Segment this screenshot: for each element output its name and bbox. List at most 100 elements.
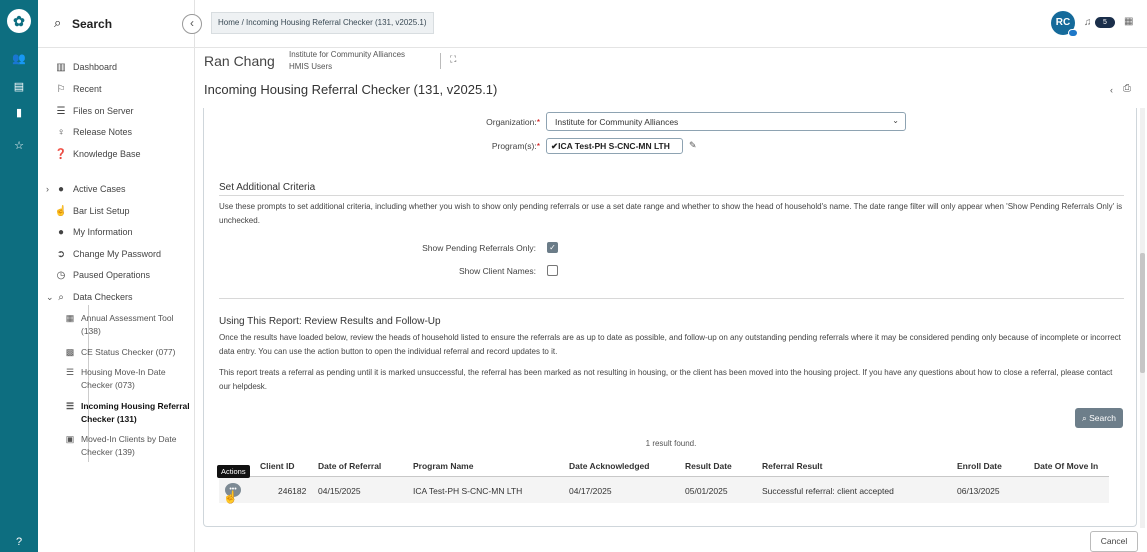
- scrollbar[interactable]: [1140, 108, 1145, 528]
- report-para2: This report treats a referral as pending…: [219, 368, 1113, 391]
- cell-result-date: 05/01/2025: [685, 486, 728, 496]
- document-icon[interactable]: ▮: [0, 106, 38, 119]
- sidebar-subitem-ce-status[interactable]: ▩ CE Status Checker (077): [64, 346, 176, 359]
- chevron-down-icon[interactable]: ⌄: [46, 292, 54, 303]
- chevron-down-icon: ⌄: [892, 116, 899, 125]
- divider: [219, 298, 1124, 299]
- col-client-id[interactable]: Client ID: [260, 461, 294, 471]
- help-icon[interactable]: ?: [0, 536, 38, 548]
- arrow-circle-icon: ➲: [56, 249, 66, 260]
- organization-value: Institute for Community Alliances: [555, 117, 679, 127]
- chevron-right-icon[interactable]: ›: [46, 184, 49, 194]
- sidebar-subitem-label: CE Status Checker (077): [81, 347, 176, 357]
- app-logo[interactable]: ✿: [7, 9, 31, 33]
- avatar[interactable]: RC: [1051, 11, 1078, 37]
- sidebar-item-dashboard[interactable]: ▥ Dashboard: [54, 62, 117, 73]
- sidebar-item-recent[interactable]: ⚐ Recent: [54, 84, 102, 95]
- sidebar-subitem-move-in-date[interactable]: ☰ Housing Move-In Date Checker (073): [64, 366, 166, 392]
- bell-icon[interactable]: ♫: [1084, 17, 1092, 28]
- col-date-of-move-in[interactable]: Date Of Move In: [1034, 461, 1098, 471]
- list-icon: ☰: [56, 106, 66, 117]
- notification-badge[interactable]: 5: [1095, 17, 1115, 28]
- print-icon[interactable]: ⎙: [1123, 83, 1131, 94]
- sidebar-item-knowledge-base[interactable]: ❓ Knowledge Base: [54, 149, 141, 160]
- sidebar-subitem-annual-assessment[interactable]: ▦ Annual Assessment Tool (138): [64, 312, 174, 338]
- star-icon[interactable]: ☆: [0, 139, 38, 152]
- sidebar-item-label: Active Cases: [73, 184, 126, 194]
- names-checkbox[interactable]: [547, 265, 558, 276]
- search-button[interactable]: ⌕ Search: [1075, 408, 1123, 428]
- sidebar-subitem-incoming-referral[interactable]: ☰ Incoming Housing Referral Checker (131): [64, 400, 190, 426]
- sidebar-item-label: Bar List Setup: [73, 206, 130, 216]
- cell-date-of-referral: 04/15/2025: [318, 486, 361, 496]
- sidebar-item-paused-operations[interactable]: ◷ Paused Operations: [54, 270, 150, 281]
- sidebar-subitem-label: Checker (073): [81, 380, 135, 390]
- flag-icon: ⚐: [56, 84, 66, 95]
- sidebar-subitem-moved-in-clients[interactable]: ▣ Moved-In Clients by Date Checker (139): [64, 433, 177, 459]
- sidebar-item-label: Change My Password: [73, 249, 162, 259]
- org-name: Institute for Community Alliances: [289, 50, 406, 59]
- divider: [440, 53, 441, 69]
- names-label: Show Client Names:: [458, 266, 536, 276]
- id-card-icon[interactable]: ▤: [0, 80, 38, 93]
- edit-programs-icon[interactable]: ✎: [689, 140, 697, 151]
- sidebar-item-label: Paused Operations: [73, 270, 151, 280]
- sidebar-item-change-password[interactable]: ➲ Change My Password: [54, 249, 161, 260]
- col-enroll-date[interactable]: Enroll Date: [957, 461, 1002, 471]
- sidebar-subitem-label: Annual Assessment Tool: [81, 313, 174, 323]
- sidebar-item-files-on-server[interactable]: ☰ Files on Server: [54, 106, 134, 117]
- sidebar-item-label: Recent: [73, 84, 102, 94]
- avatar-initials: RC: [1055, 17, 1071, 28]
- cell-referral-result: Successful referral: client accepted: [762, 486, 894, 496]
- sidebar-item-bar-list-setup[interactable]: ☝ Bar List Setup: [54, 206, 130, 217]
- actions-tooltip: Actions: [217, 465, 250, 478]
- collapse-sidebar-button[interactable]: ‹: [182, 14, 202, 34]
- col-date-acknowledged[interactable]: Date Acknowledged: [569, 461, 649, 471]
- sidebar-subitem-label: Checker (131): [81, 414, 137, 424]
- col-referral-result[interactable]: Referral Result: [762, 461, 822, 471]
- col-result-date[interactable]: Result Date: [685, 461, 732, 471]
- sidebar-item-my-information[interactable]: ● My Information: [54, 227, 133, 238]
- users-icon[interactable]: 👥: [0, 52, 38, 65]
- organization-select[interactable]: Institute for Community Alliances ⌄: [546, 112, 906, 131]
- sidebar-item-active-cases[interactable]: › ● Active Cases: [46, 184, 126, 195]
- cancel-button[interactable]: Cancel: [1090, 531, 1138, 552]
- chevron-left-icon[interactable]: ‹: [1110, 85, 1113, 95]
- cell-enroll-date: 06/13/2025: [957, 486, 1000, 496]
- sidebar-subitem-label: Moved-In Clients by Date: [81, 434, 177, 444]
- sidebar-subitem-label: Checker (139): [81, 447, 135, 457]
- sidebar-item-data-checkers[interactable]: ⌄ ⌕ Data Checkers: [46, 292, 133, 303]
- app-rail: ✿ 👥 ▤ ▮ ☆ ?: [0, 0, 38, 552]
- expand-icon[interactable]: ⛶: [450, 54, 456, 65]
- col-program-name[interactable]: Program Name: [413, 461, 473, 471]
- scrollbar-thumb[interactable]: [1140, 253, 1145, 373]
- list-icon: ☰: [65, 367, 75, 377]
- col-date-of-referral[interactable]: Date of Referral: [318, 461, 381, 471]
- sidebar-subitem-label: Incoming Housing Referral: [81, 401, 190, 411]
- cell-date-acknowledged: 04/17/2025: [569, 486, 612, 496]
- clock-icon: ◷: [56, 270, 66, 281]
- report-title: Using This Report: Review Results and Fo…: [219, 316, 441, 327]
- bulb-icon: ♀: [57, 127, 65, 138]
- result-count: 1 result found.: [645, 439, 697, 448]
- hand-cursor-icon: ☝: [223, 490, 238, 504]
- calendar-icon[interactable]: ▦: [1124, 16, 1133, 27]
- programs-label: Program(s):*: [491, 141, 540, 151]
- book-icon: ▣: [65, 434, 75, 444]
- list-icon: ☰: [65, 401, 75, 411]
- map-icon: ▥: [56, 62, 66, 73]
- user-bar: Ran Chang Institute for Community Allian…: [195, 48, 1147, 108]
- organization-label: Organization:*: [486, 117, 540, 127]
- cell-client-id: 246182: [278, 486, 307, 496]
- programs-field[interactable]: ✔ICA Test-PH S-CNC-MN LTH: [546, 138, 683, 154]
- question-circle-icon: ❓: [54, 149, 68, 160]
- sidebar-item-release-notes[interactable]: ♀ Release Notes: [54, 127, 132, 138]
- sidebar-item-label: Release Notes: [73, 127, 133, 137]
- pending-checkbox[interactable]: ✓: [547, 242, 558, 253]
- notification-count: 5: [1103, 19, 1107, 26]
- breadcrumb[interactable]: Home / Incoming Housing Referral Checker…: [211, 12, 434, 34]
- sidebar-search[interactable]: ⌕ Search: [38, 0, 195, 48]
- report-panel: Organization:* Institute for Community A…: [203, 108, 1137, 527]
- sidebar-item-label: Dashboard: [73, 62, 118, 72]
- search-icon: ⌕: [58, 292, 64, 303]
